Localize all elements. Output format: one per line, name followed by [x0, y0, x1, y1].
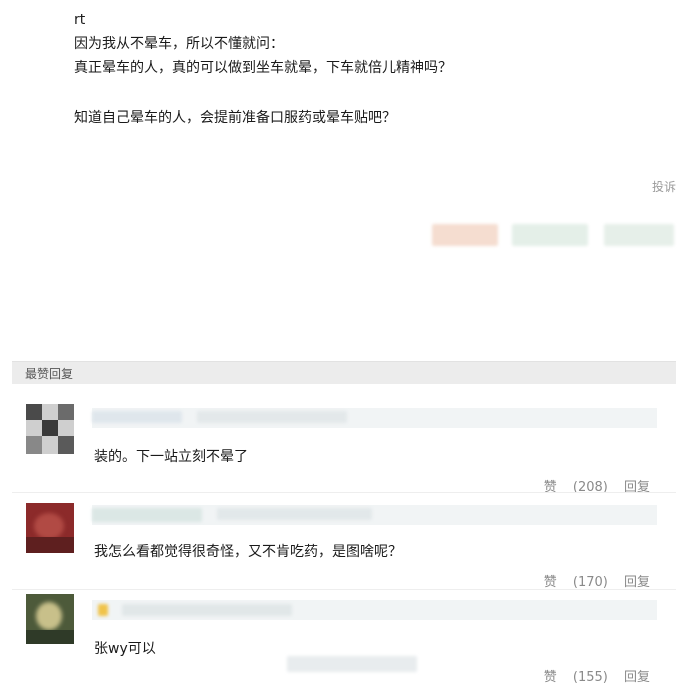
like-button[interactable]: 赞 (170): [544, 575, 608, 590]
reply-actions: 赞 (170) 回复: [544, 571, 650, 590]
reply-item: 我怎么看都觉得很奇怪，又不肯吃药，是图啥呢？ 赞 (170) 回复: [12, 493, 676, 590]
reply-button[interactable]: 回复: [624, 575, 650, 590]
post-line-2: 因为我从不晕车，所以不懂就问：: [74, 36, 284, 52]
like-button[interactable]: 赞 (155): [544, 670, 608, 685]
reply-text: 装的。下一站立刻不晕了: [94, 449, 248, 465]
reply-text: 张wy可以: [94, 641, 156, 657]
post-line-4: 知道自己晕车的人，会提前准备口服药或晕车贴吧？: [74, 110, 396, 126]
blurred-button[interactable]: [512, 224, 588, 246]
watermark-blurred: [287, 656, 417, 672]
reply-item: 装的。下一站立刻不晕了 赞 (208) 回复: [12, 396, 676, 495]
reply-text: 我怎么看都觉得很奇怪，又不肯吃药，是图啥呢？: [94, 544, 402, 560]
report-link[interactable]: 投诉: [652, 178, 676, 195]
avatar[interactable]: [26, 404, 74, 454]
post-line-3: 真正晕车的人，真的可以做到坐车就晕，下车就倍儿精神吗？: [74, 60, 452, 76]
blurred-button[interactable]: [604, 224, 674, 246]
reply-actions: 赞 (155) 回复: [544, 666, 650, 685]
post-body: rt 因为我从不晕车，所以不懂就问： 真正晕车的人，真的可以做到坐车就晕，下车就…: [0, 0, 681, 350]
post-line-1: rt: [74, 12, 86, 28]
section-title: 最赞回复: [25, 367, 74, 381]
replies-section-header: 最赞回复: [12, 361, 676, 384]
blurred-button[interactable]: [432, 224, 498, 246]
reply-button[interactable]: 回复: [624, 670, 650, 685]
avatar[interactable]: [26, 594, 74, 644]
username-blurred[interactable]: [92, 505, 657, 525]
username-blurred[interactable]: [92, 408, 657, 428]
reply-item: 张wy可以 赞 (155) 回复: [12, 590, 676, 687]
username-blurred[interactable]: [92, 600, 657, 620]
avatar[interactable]: [26, 503, 74, 553]
